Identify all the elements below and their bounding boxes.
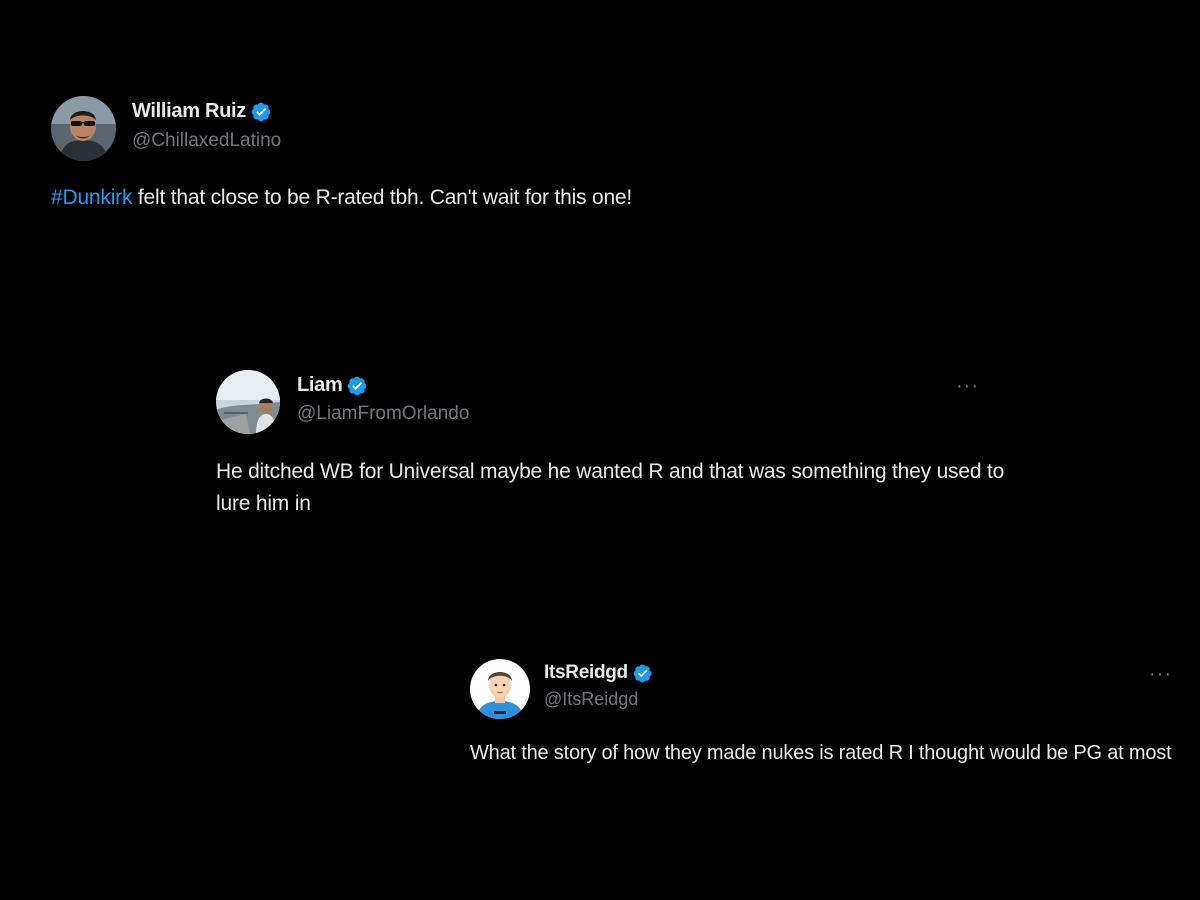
user-handle[interactable]: @ItsReidgd <box>544 689 638 710</box>
avatar[interactable] <box>51 96 116 161</box>
avatar-image <box>470 659 530 719</box>
verified-badge-icon <box>346 375 368 397</box>
more-options-icon[interactable]: ··· <box>956 376 979 396</box>
avatar-image <box>51 96 116 161</box>
verified-badge-icon <box>632 663 653 684</box>
verified-badge-icon <box>250 101 272 123</box>
avatar-image <box>216 370 280 434</box>
tweet-text-body: felt that close to be R-rated tbh. Can't… <box>132 186 633 209</box>
tweet-text: #Dunkirk felt that close to be R-rated t… <box>51 182 1151 214</box>
display-name[interactable]: Liam <box>297 374 343 397</box>
display-name[interactable]: ItsReidgd <box>544 662 628 684</box>
hashtag-link[interactable]: #Dunkirk <box>51 186 132 209</box>
author-name-row: ItsReidgd <box>544 662 653 684</box>
tweet-text: What the story of how they made nukes is… <box>470 742 1172 764</box>
author-name-row: Liam <box>297 374 368 397</box>
author-name-row: William Ruiz <box>132 100 272 123</box>
avatar[interactable] <box>470 659 530 719</box>
more-options-icon[interactable]: ··· <box>1149 664 1172 684</box>
tweet-text: He ditched WB for Universal maybe he wan… <box>216 460 1005 515</box>
user-handle[interactable]: @ChillaxedLatino <box>132 130 281 152</box>
display-name[interactable]: William Ruiz <box>132 100 246 123</box>
avatar[interactable] <box>216 370 280 434</box>
user-handle[interactable]: @LiamFromOrlando <box>297 403 469 425</box>
